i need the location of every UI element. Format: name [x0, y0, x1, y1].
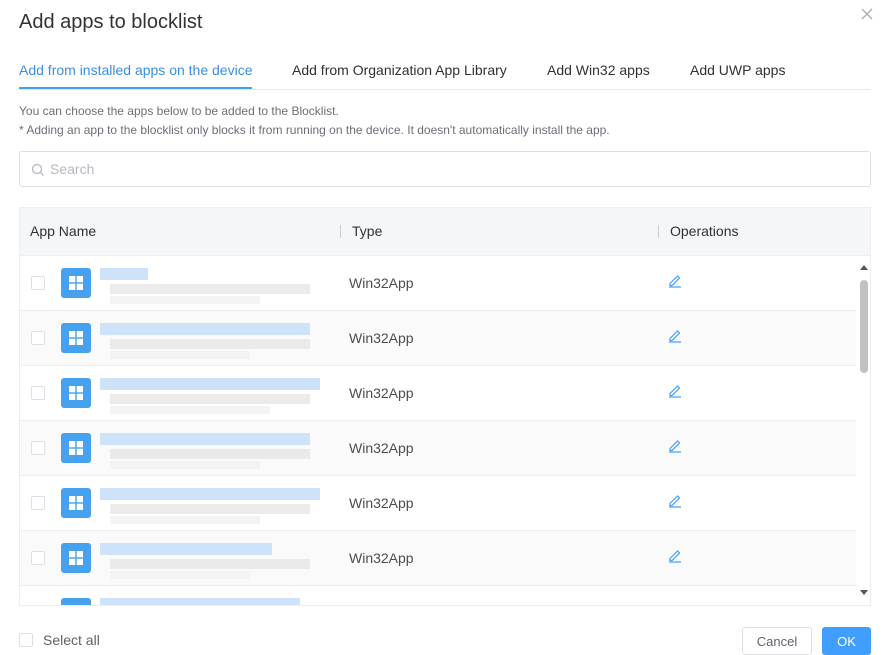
app-type: Win32App [349, 495, 414, 511]
app-name-redacted [100, 541, 320, 579]
table-header: App Name Type Operations [20, 208, 870, 256]
disclaimer-text: * Adding an app to the blocklist only bl… [19, 123, 610, 137]
app-name-redacted [100, 376, 320, 414]
scroll-up-arrow-icon[interactable] [860, 265, 868, 270]
active-tab-indicator [19, 87, 252, 89]
info-text: You can choose the apps below to be adde… [19, 104, 339, 118]
tab-installed-apps[interactable]: Add from installed apps on the device [19, 62, 252, 78]
windows-icon [61, 543, 91, 573]
windows-icon [61, 323, 91, 353]
table-row: Win32App [20, 256, 856, 311]
scroll-down-arrow-icon[interactable] [860, 590, 868, 595]
table-row [20, 586, 856, 606]
ok-button[interactable]: OK [822, 627, 871, 655]
search-icon [31, 163, 44, 176]
app-type: Win32App [349, 275, 414, 291]
scrollbar-thumb[interactable] [860, 280, 868, 373]
tab-win32-apps[interactable]: Add Win32 apps [547, 62, 650, 78]
edit-icon[interactable] [667, 437, 683, 453]
app-type: Win32App [349, 440, 414, 456]
app-name-redacted [100, 486, 320, 524]
row-checkbox[interactable] [31, 496, 45, 510]
edit-icon[interactable] [667, 547, 683, 563]
column-divider [340, 225, 341, 238]
windows-icon [61, 433, 91, 463]
app-name-redacted [100, 596, 320, 605]
column-type: Type [352, 223, 383, 239]
row-checkbox[interactable] [31, 441, 45, 455]
edit-icon[interactable] [667, 382, 683, 398]
table-row: Win32App [20, 421, 856, 476]
windows-icon [61, 488, 91, 518]
edit-icon[interactable] [667, 272, 683, 288]
tab-bar: Add from installed apps on the device Ad… [19, 55, 871, 90]
windows-icon [61, 268, 91, 298]
table-row: Win32App [20, 311, 856, 366]
row-checkbox[interactable] [31, 331, 45, 345]
app-type: Win32App [349, 385, 414, 401]
tab-uwp-apps[interactable]: Add UWP apps [690, 62, 785, 78]
edit-icon[interactable] [667, 602, 683, 606]
apps-table: App Name Type Operations Win32App Win32A… [19, 207, 871, 606]
column-divider [658, 225, 659, 238]
row-checkbox[interactable] [31, 276, 45, 290]
column-operations: Operations [670, 223, 739, 239]
column-app-name: App Name [30, 223, 97, 239]
table-row: Win32App [20, 531, 856, 586]
dialog-title: Add apps to blocklist [19, 11, 203, 33]
app-type: Win32App [349, 330, 414, 346]
table-scrollbar[interactable] [856, 256, 870, 605]
windows-icon [61, 378, 91, 408]
app-type: Win32App [349, 550, 414, 566]
table-row: Win32App [20, 366, 856, 421]
table-row: Win32App [20, 476, 856, 531]
select-all-label[interactable]: Select all [43, 632, 100, 648]
close-icon[interactable] [859, 6, 875, 22]
edit-icon[interactable] [667, 327, 683, 343]
select-all-checkbox[interactable] [19, 633, 33, 647]
app-name-redacted [100, 431, 320, 469]
app-name-redacted [100, 266, 320, 304]
table-body: Win32App Win32App Win32App Win32App Win3… [20, 256, 856, 606]
tab-organization-app-library[interactable]: Add from Organization App Library [292, 62, 507, 78]
cancel-button[interactable]: Cancel [742, 627, 812, 655]
windows-icon [61, 598, 91, 605]
row-checkbox[interactable] [31, 386, 45, 400]
edit-icon[interactable] [667, 492, 683, 508]
app-name-redacted [100, 321, 320, 359]
search-input[interactable] [50, 153, 850, 185]
search-box[interactable] [19, 151, 871, 187]
row-checkbox[interactable] [31, 551, 45, 565]
